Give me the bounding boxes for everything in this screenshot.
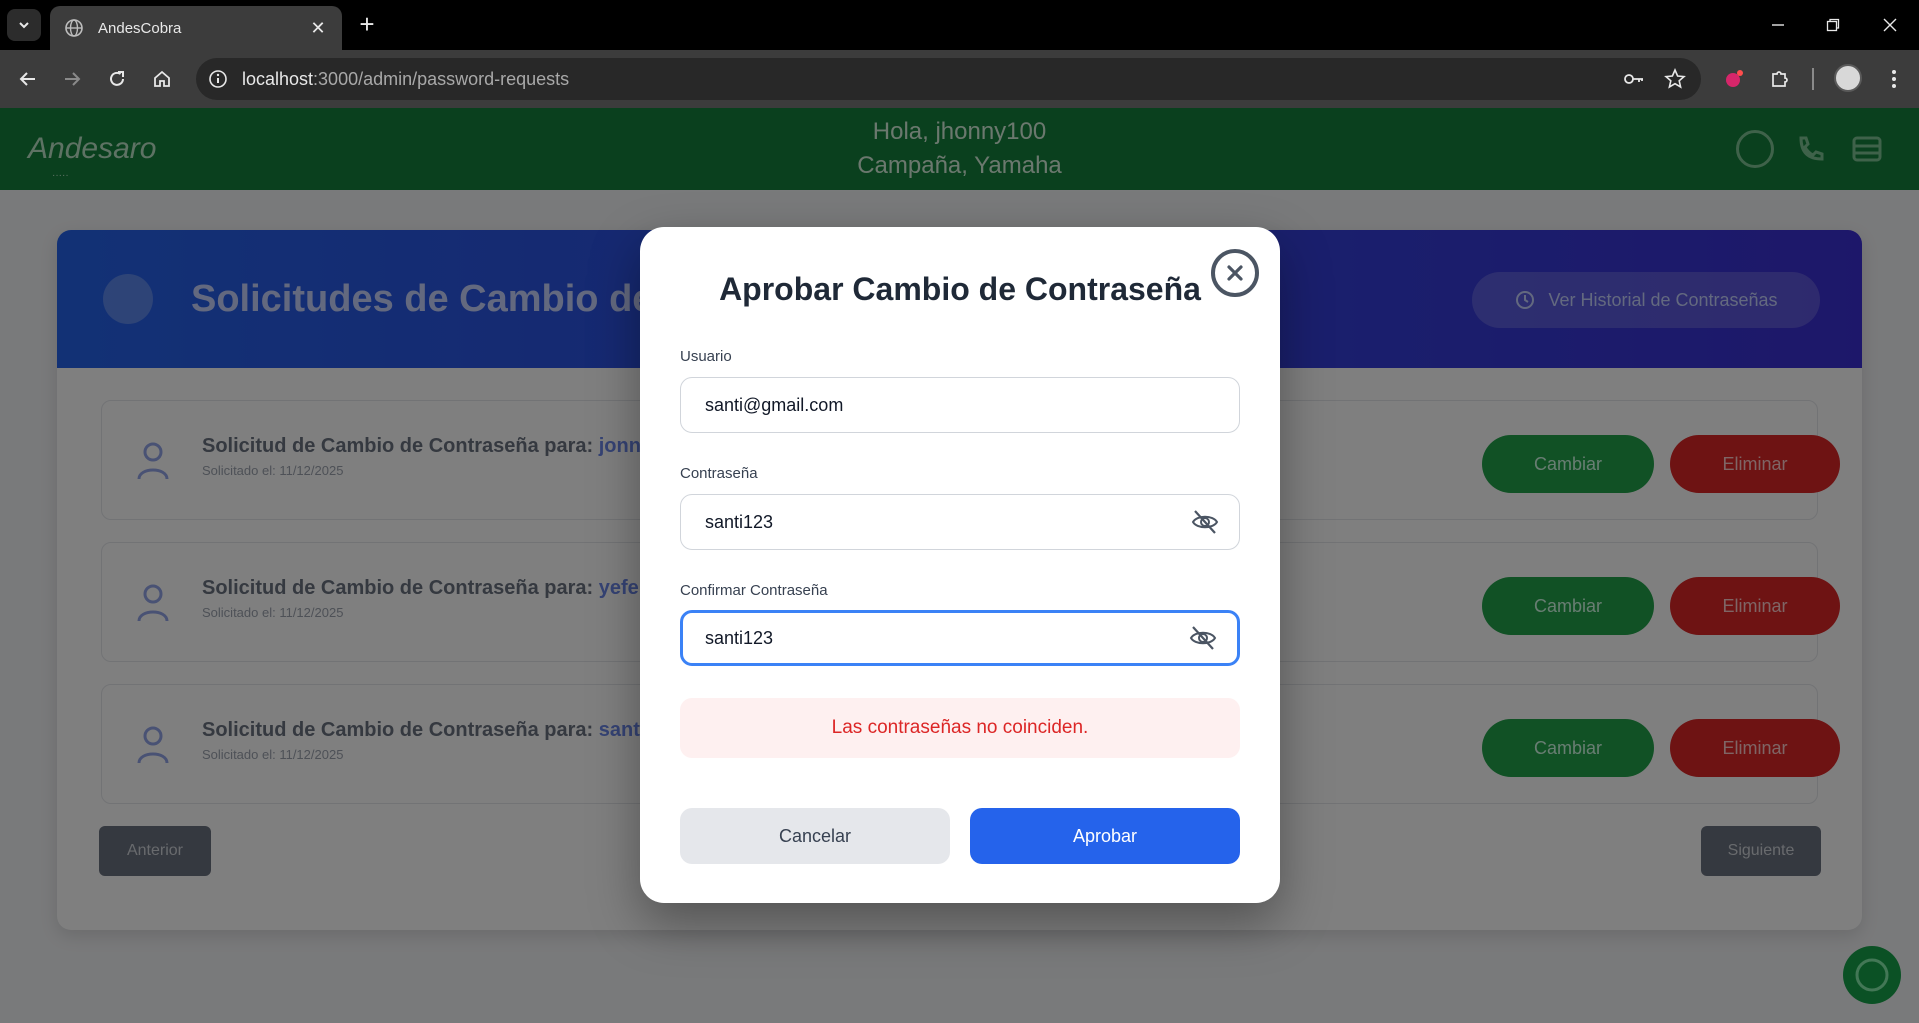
restore-icon [1826,18,1840,32]
info-icon [209,70,227,88]
tab-search-button[interactable] [7,9,41,41]
home-icon [154,70,170,87]
browser-menu-button[interactable] [1879,64,1909,94]
browser-toolbar: localhost:3000/admin/password-requests [0,50,1919,108]
reload-icon [110,71,124,86]
eye-off-icon [1189,626,1217,650]
browser-tabbar: AndesCobra ✕ + [0,0,1919,50]
confirm-password-label: Confirmar Contraseña [680,582,828,599]
error-message: Las contraseñas no coinciden. [680,698,1240,758]
back-icon [19,72,35,86]
key-icon [1624,74,1643,84]
toggle-confirm-visibility[interactable] [1187,622,1219,654]
password-manager-button[interactable] [1621,66,1647,92]
back-button[interactable] [13,64,43,94]
close-icon [1883,18,1897,32]
approve-password-modal: Aprobar Cambio de Contraseña Usuario san… [640,227,1280,903]
puzzle-icon [1772,71,1788,87]
forward-icon [65,72,81,86]
toolbar-divider [1812,68,1814,90]
forward-button[interactable] [57,64,87,94]
menu-icon [1892,70,1896,88]
user-field-value: santi@gmail.com [705,394,844,415]
password-field-value: santi123 [705,511,774,532]
restore-button[interactable] [1813,10,1853,40]
reload-button[interactable] [102,64,132,94]
star-icon [1664,68,1686,89]
extensions-menu-button[interactable] [1765,64,1795,94]
globe-icon [65,19,83,37]
minimize-button[interactable] [1758,10,1798,40]
approve-button[interactable]: Aprobar [970,808,1240,864]
confirm-password-value: santi123 [705,627,774,648]
tab-close-button[interactable]: ✕ [308,18,328,39]
url-path: :3000/admin/password-requests [313,68,570,89]
url-host: localhost [242,68,314,89]
eye-off-icon [1191,510,1219,534]
extension-button[interactable] [1719,64,1749,94]
chevron-down-icon [19,22,29,29]
new-tab-button[interactable]: + [352,10,382,40]
site-info-button[interactable] [206,67,230,91]
cancel-button[interactable]: Cancelar [680,808,950,864]
minimize-icon [1772,24,1784,26]
confirm-password-field[interactable]: santi123 [680,610,1240,666]
password-field[interactable]: santi123 [680,494,1240,550]
tab-title: AndesCobra [98,19,182,37]
password-label: Contraseña [680,465,758,482]
toggle-password-visibility[interactable] [1189,506,1221,538]
profile-avatar[interactable] [1834,64,1862,92]
url-text: localhost:3000/admin/password-requests [242,69,569,90]
close-window-button[interactable] [1870,10,1910,40]
extension-icon [1726,70,1743,87]
browser-tab[interactable]: AndesCobra ✕ [50,6,342,50]
address-bar[interactable]: localhost:3000/admin/password-requests [196,58,1701,100]
user-field[interactable]: santi@gmail.com [680,377,1240,433]
home-button[interactable] [147,64,177,94]
user-label: Usuario [680,348,732,365]
modal-title: Aprobar Cambio de Contraseña [719,271,1201,307]
bookmark-button[interactable] [1662,66,1688,92]
